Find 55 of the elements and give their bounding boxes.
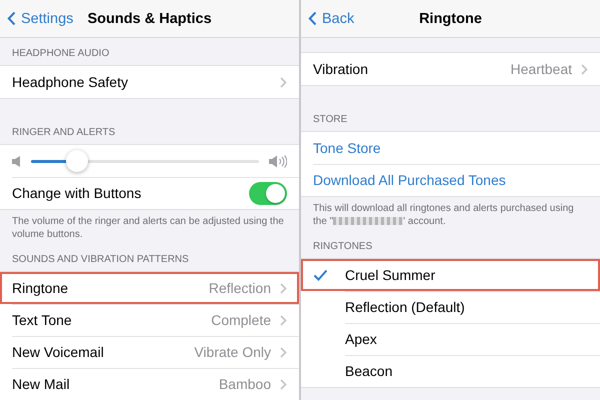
row-value: Vibrate Only xyxy=(194,344,271,360)
chevron-icon xyxy=(280,282,287,294)
screen-title: Sounds & Haptics xyxy=(87,10,212,26)
chevron-icon xyxy=(280,76,287,88)
settings-row[interactable]: Vibration Heartbeat xyxy=(301,53,600,85)
section-header: STORE xyxy=(313,114,348,125)
chevron-icon xyxy=(280,346,287,358)
row-label: Reflection (Default) xyxy=(345,299,466,315)
row-value: Complete xyxy=(211,312,271,328)
settings-row[interactable]: Cruel Summer xyxy=(301,259,600,291)
row-label: Ringtone xyxy=(12,280,70,296)
row-label: Change with Buttons xyxy=(12,185,142,201)
settings-row[interactable]: Beacon xyxy=(301,355,600,387)
back-button[interactable]: Settings xyxy=(0,10,80,28)
checkmark-icon xyxy=(313,269,328,281)
row-label: New Voicemail xyxy=(12,344,105,360)
row-label: Beacon xyxy=(345,363,394,379)
volume-slider[interactable] xyxy=(31,150,259,172)
section-header: HEADPHONE AUDIO xyxy=(12,48,110,59)
screen-title: Ringtone xyxy=(419,10,482,26)
row-label: Apex xyxy=(345,331,378,347)
section-footer: This will download all ringtones and alerts purchased using the " ' account. xyxy=(301,197,600,231)
row-label: Cruel Summer xyxy=(345,267,436,283)
back-button[interactable]: Back xyxy=(301,10,360,28)
row-value: Bamboo xyxy=(218,376,271,392)
settings-row[interactable]: New Mail Bamboo xyxy=(0,368,299,400)
row-value: Reflection xyxy=(208,280,271,296)
back-chevron-icon[interactable] xyxy=(308,11,317,26)
settings-row[interactable]: New Voicemail Vibrate Only xyxy=(0,336,299,368)
row-label: Download All Purchased Tones xyxy=(313,172,507,188)
section-footer: The volume of the ringer and alerts can be adjusted using the volume buttons. xyxy=(0,210,299,244)
section-header: RINGTONES xyxy=(313,241,372,252)
chevron-icon xyxy=(581,64,588,74)
row-label: Text Tone xyxy=(12,312,73,328)
speaker-low-icon xyxy=(12,156,21,166)
row-label: Tone Store xyxy=(313,140,382,156)
settings-row[interactable]: Reflection (Default) xyxy=(301,291,600,323)
section-header: SOUNDS AND VIBRATION PATTERNS xyxy=(12,254,189,265)
settings-row[interactable]: Text Tone Complete xyxy=(0,304,299,336)
toggle-switch[interactable] xyxy=(249,182,287,204)
section-header: RINGER AND ALERTS xyxy=(12,127,116,138)
settings-row[interactable]: Apex xyxy=(301,323,600,355)
chevron-icon xyxy=(280,378,287,390)
settings-row[interactable]: Headphone Safety xyxy=(0,66,299,98)
row-label: New Mail xyxy=(12,376,71,392)
settings-row[interactable]: Ringtone Reflection xyxy=(0,272,299,304)
slider-thumb[interactable] xyxy=(66,150,88,172)
row-label: Vibration xyxy=(313,61,370,77)
chevron-icon xyxy=(280,314,287,326)
back-chevron-icon[interactable] xyxy=(7,11,16,26)
speaker-high-icon xyxy=(269,154,287,168)
settings-row[interactable]: Download All Purchased Tones xyxy=(301,164,600,196)
row-label: Headphone Safety xyxy=(12,74,129,90)
row-value: Heartbeat xyxy=(510,61,572,77)
settings-row[interactable]: Tone Store xyxy=(301,132,600,164)
